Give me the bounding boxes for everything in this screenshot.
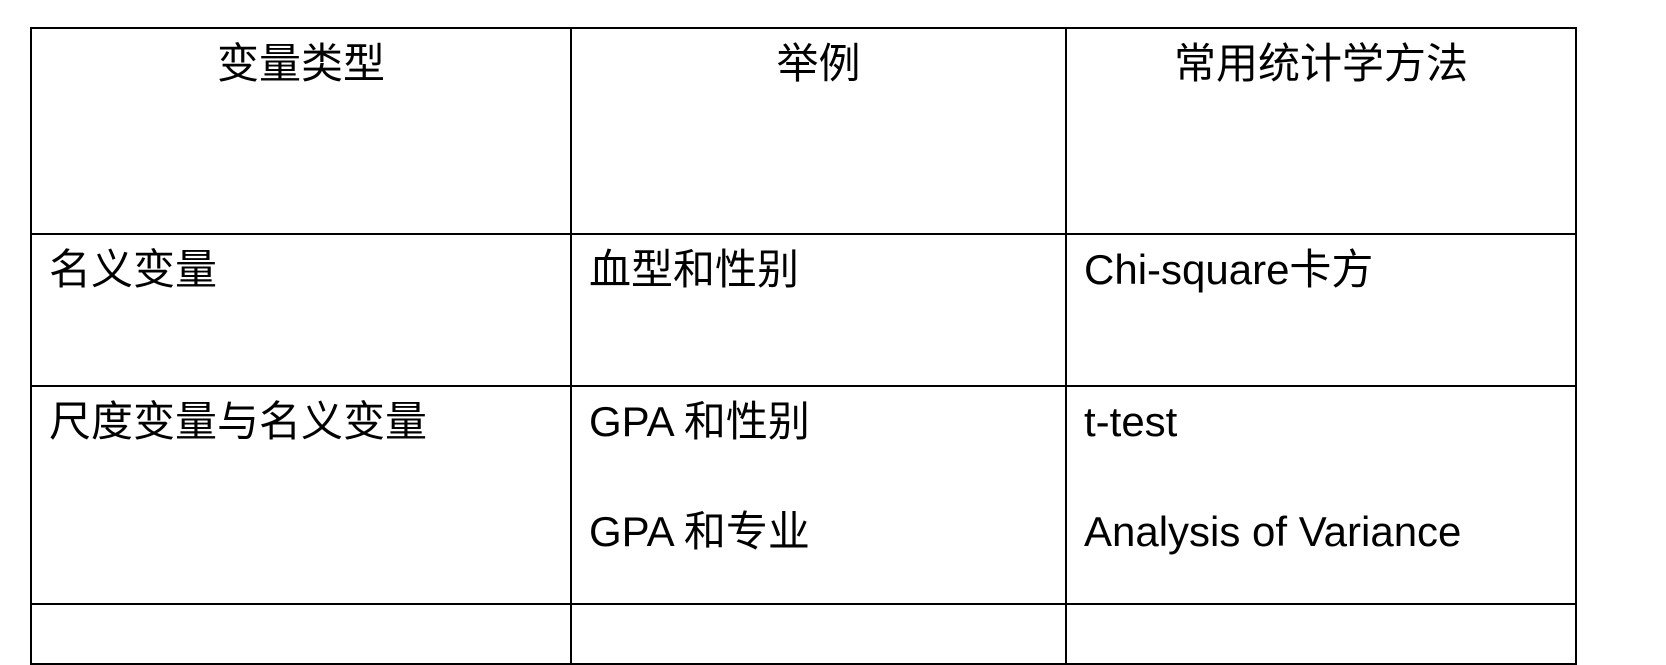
cell-methods	[1065, 603, 1577, 665]
table-header-row: 变量类型 举例 常用统计学方法	[30, 27, 1577, 235]
cell-text: t-test	[1084, 398, 1178, 445]
cell-text: 尺度变量与名义变量	[49, 398, 428, 445]
cell-methods: t-test Analysis of Variance	[1065, 385, 1577, 605]
header-variable-type: 变量类型	[30, 27, 572, 235]
cell-text: GPA 和性别	[589, 398, 810, 445]
header-methods: 常用统计学方法	[1065, 27, 1577, 235]
cell-examples: GPA 和性别 GPA 和专业	[570, 385, 1067, 605]
cell-variable-type: 尺度变量与名义变量	[30, 385, 572, 605]
header-examples: 举例	[570, 27, 1067, 235]
table-row: 名义变量 血型和性别 Chi-square卡方	[30, 233, 1577, 387]
cell-variable-type: 名义变量	[30, 233, 572, 387]
cell-variable-type	[30, 603, 572, 665]
cell-text: Analysis of Variance	[1084, 507, 1462, 555]
cell-text: 血型和性别	[589, 246, 800, 293]
cell-text: GPA 和专业	[589, 507, 810, 555]
table-row: 尺度变量与名义变量 GPA 和性别 GPA 和专业 t-test Analysi…	[30, 385, 1577, 605]
cell-methods: Chi-square卡方	[1065, 233, 1577, 387]
cell-examples	[570, 603, 1067, 665]
statistics-methods-table: 变量类型 举例 常用统计学方法 名义变量 血型和性别 Chi-square卡方 …	[30, 27, 1577, 665]
table-row	[30, 603, 1577, 665]
cell-examples: 血型和性别	[570, 233, 1067, 387]
cell-text: 名义变量	[49, 246, 218, 293]
cell-text: Chi-square卡方	[1084, 246, 1374, 293]
